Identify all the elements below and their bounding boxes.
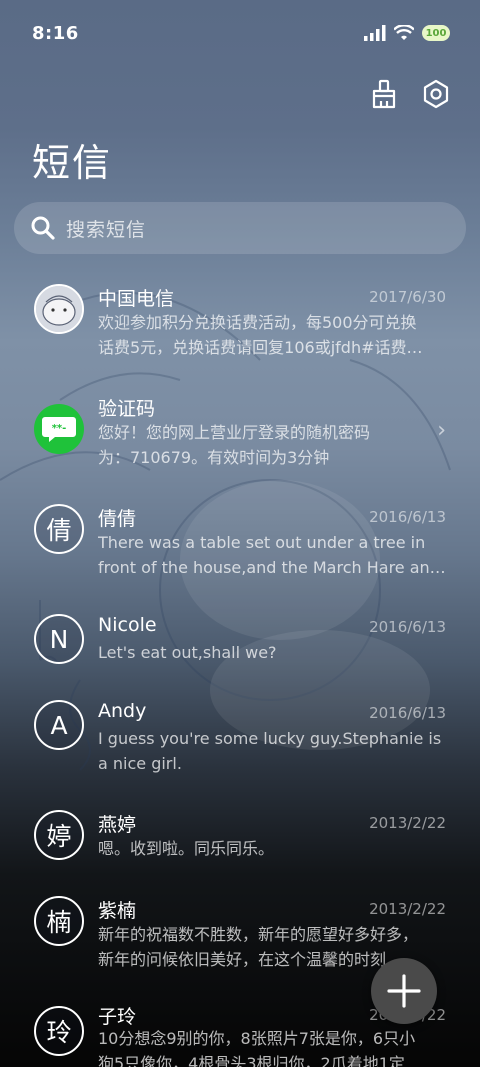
avatar: 婷 [34,810,84,860]
contact-name: 燕婷 [98,814,137,836]
message-preview: 欢迎参加积分兑换话费活动，每500分可兑换 话费5元，兑换话费请回复106或jf… [98,310,446,360]
message-date: 2016/6/13 [369,618,446,636]
settings-button[interactable] [418,76,454,112]
avatar: 楠 [34,896,84,946]
wifi-icon [394,25,414,40]
search-icon [31,216,55,240]
search-input[interactable]: 搜索短信 [14,202,466,254]
contact-name: 验证码 [98,398,156,420]
message-preview: 您好！您的网上营业厅登录的随机密码 为：710679。有效时间为3分钟 [98,420,446,470]
message-date: 2017/6/30 [369,288,446,306]
chat-bubble-icon: **- [42,417,76,442]
preview-line: front of the house,and the March Hare an… [98,558,446,577]
message-date: 2013/2/22 [369,900,446,918]
message-preview: Let's eat out,shall we? [98,640,446,665]
preview-line: Let's eat out,shall we? [98,643,277,662]
contact-name: 倩倩 [98,508,137,530]
avatar: A [34,700,84,750]
clean-button[interactable] [366,76,402,112]
gear-icon [423,79,449,109]
message-preview: There was a table set out under a tree i… [98,530,446,580]
contact-name: 子玲 [98,1006,137,1028]
contact-name: Andy [98,700,147,722]
preview-line: a nice girl. [98,754,182,773]
avatar: **- [34,404,84,454]
search-placeholder: 搜索短信 [66,218,147,241]
new-message-button[interactable] [371,958,437,1024]
broom-icon [372,79,396,109]
battery-level: 100 [425,27,447,39]
battery-icon: 100 [422,25,450,41]
message-date: 2016/6/13 [369,704,446,722]
preview-line: 10分想念9别的你，8张照片7张是你，6只小 [98,1029,416,1048]
signal-icon [364,25,386,41]
contact-name: 紫楠 [98,900,137,922]
message-preview: 嗯。收到啦。同乐同乐。 [98,836,446,861]
page-title: 短信 [32,141,113,185]
conversation-row[interactable]: A Andy 2016/6/13 I guess you're some luc… [0,686,480,796]
message-date: 2016/6/13 [369,508,446,526]
preview-line: I guess you're some lucky guy.Stephanie … [98,729,442,748]
preview-line: 欢迎参加积分兑换话费活动，每500分可兑换 [98,313,417,332]
conversation-row[interactable]: N Nicole 2016/6/13 Let's eat out,shall w… [0,600,480,686]
top-actions [366,76,454,112]
contact-photo-icon [36,286,82,332]
avatar: 玲 [34,1006,84,1056]
avatar-glyph: **- [52,423,67,434]
status-time: 8:16 [32,22,79,44]
conversation-row[interactable]: **- 验证码 您好！您的网上营业厅登录的随机密码 为：710679。有效时间为… [0,380,480,490]
avatar: N [34,614,84,664]
conversation-row[interactable]: 婷 燕婷 2013/2/22 嗯。收到啦。同乐同乐。 [0,796,480,882]
conversation-row[interactable]: 中国电信 2017/6/30 欢迎参加积分兑换话费活动，每500分可兑换 话费5… [0,270,480,380]
message-date: 2013/2/22 [369,814,446,832]
status-icons: 100 [364,25,450,41]
preview-line: 话费5元，兑换话费请回复106或jfdh#话费… [98,338,423,357]
message-preview: 10分想念9别的你，8张照片7张是你，6只小 狗5只像你，4根骨头3根归你，2爪… [98,1026,446,1067]
preview-line: 新年的祝福数不胜数，新年的愿望好多好多， [98,925,419,944]
preview-line: 嗯。收到啦。同乐同乐。 [98,839,275,858]
preview-line: There was a table set out under a tree i… [98,533,426,552]
status-bar: 8:16 100 [0,0,480,66]
contact-name: 中国电信 [98,288,175,310]
message-preview: I guess you're some lucky guy.Stephanie … [98,726,446,776]
avatar [34,284,84,334]
avatar: 倩 [34,504,84,554]
plus-icon [387,974,421,1008]
preview-line: 您好！您的网上营业厅登录的随机密码 [98,423,371,442]
contact-name: Nicole [98,614,157,636]
chevron-right-icon: › [437,418,446,443]
conversation-row[interactable]: 倩 倩倩 2016/6/13 There was a table set out… [0,490,480,600]
preview-line: 为：710679。有效时间为3分钟 [98,448,330,467]
preview-line: 狗5只像你，4根骨头3根归你，2爪着地1定… [98,1054,421,1067]
